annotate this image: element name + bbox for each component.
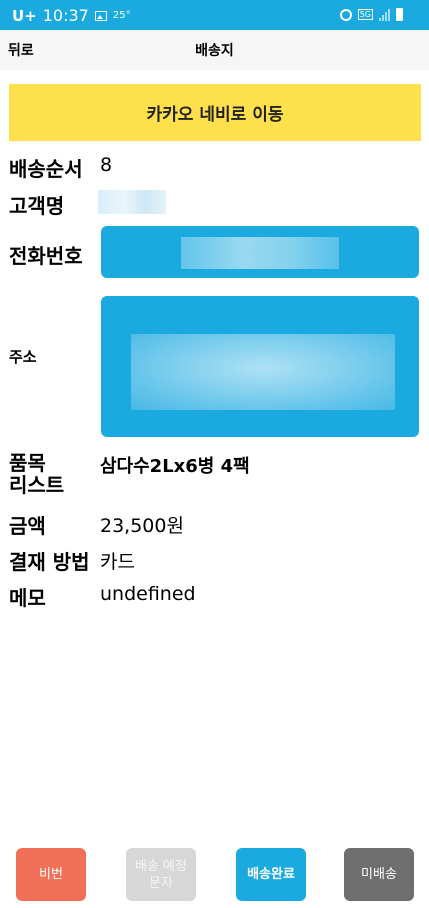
status-left: U+ 10:37 25° — [12, 6, 131, 25]
customer-label: 고객명 — [9, 194, 65, 218]
notice-label-line2: 문자 — [149, 875, 173, 891]
phone-button[interactable] — [101, 226, 419, 278]
status-bar: U+ 10:37 25° 5G — [0, 0, 429, 30]
gallery-icon — [94, 10, 107, 21]
carrier-label: U+ — [12, 6, 37, 25]
order-label: 배송순서 — [9, 157, 83, 181]
signal-icon — [379, 8, 390, 21]
delivery-complete-button[interactable]: 배송완료 — [236, 848, 306, 901]
address-button[interactable] — [101, 296, 419, 437]
status-right: 5G — [339, 8, 403, 21]
page-title: 배송지 — [195, 43, 234, 59]
address-redacted — [131, 334, 395, 410]
amount-value: 23,500원 — [100, 515, 184, 537]
notice-label-line1: 배송 예정 — [135, 858, 187, 874]
items-label: 품목 리스트 — [9, 452, 64, 496]
bibeon-button[interactable]: 비번 — [16, 848, 86, 901]
delivery-notice-sms-button[interactable]: 배송 예정 문자 — [126, 848, 196, 901]
undelivered-button[interactable]: 미배송 — [344, 848, 414, 901]
alarm-icon — [339, 8, 352, 21]
address-label: 주소 — [9, 348, 37, 366]
clock: 10:37 — [42, 6, 89, 25]
memo-label: 메모 — [9, 586, 46, 610]
customer-name-redacted — [98, 190, 166, 214]
amount-label: 금액 — [9, 514, 46, 538]
phone-number-redacted — [181, 237, 339, 269]
items-label-line1: 품목 — [9, 451, 46, 475]
app-header: 뒤로 배송지 — [0, 30, 429, 70]
payment-label: 결재 방법 — [9, 550, 90, 574]
battery-icon — [396, 8, 403, 21]
kakao-navi-button[interactable]: 카카오 네비로 이동 — [9, 84, 421, 141]
payment-value: 카드 — [100, 551, 135, 573]
network-5g-icon: 5G — [357, 9, 373, 20]
phone-label: 전화번호 — [9, 244, 83, 268]
order-value: 8 — [100, 154, 113, 176]
items-label-line2: 리스트 — [9, 473, 65, 497]
items-value: 삼다수2Lx6병 4팩 — [100, 456, 250, 477]
temperature: 25° — [112, 10, 131, 21]
memo-value: undefined — [100, 583, 196, 605]
